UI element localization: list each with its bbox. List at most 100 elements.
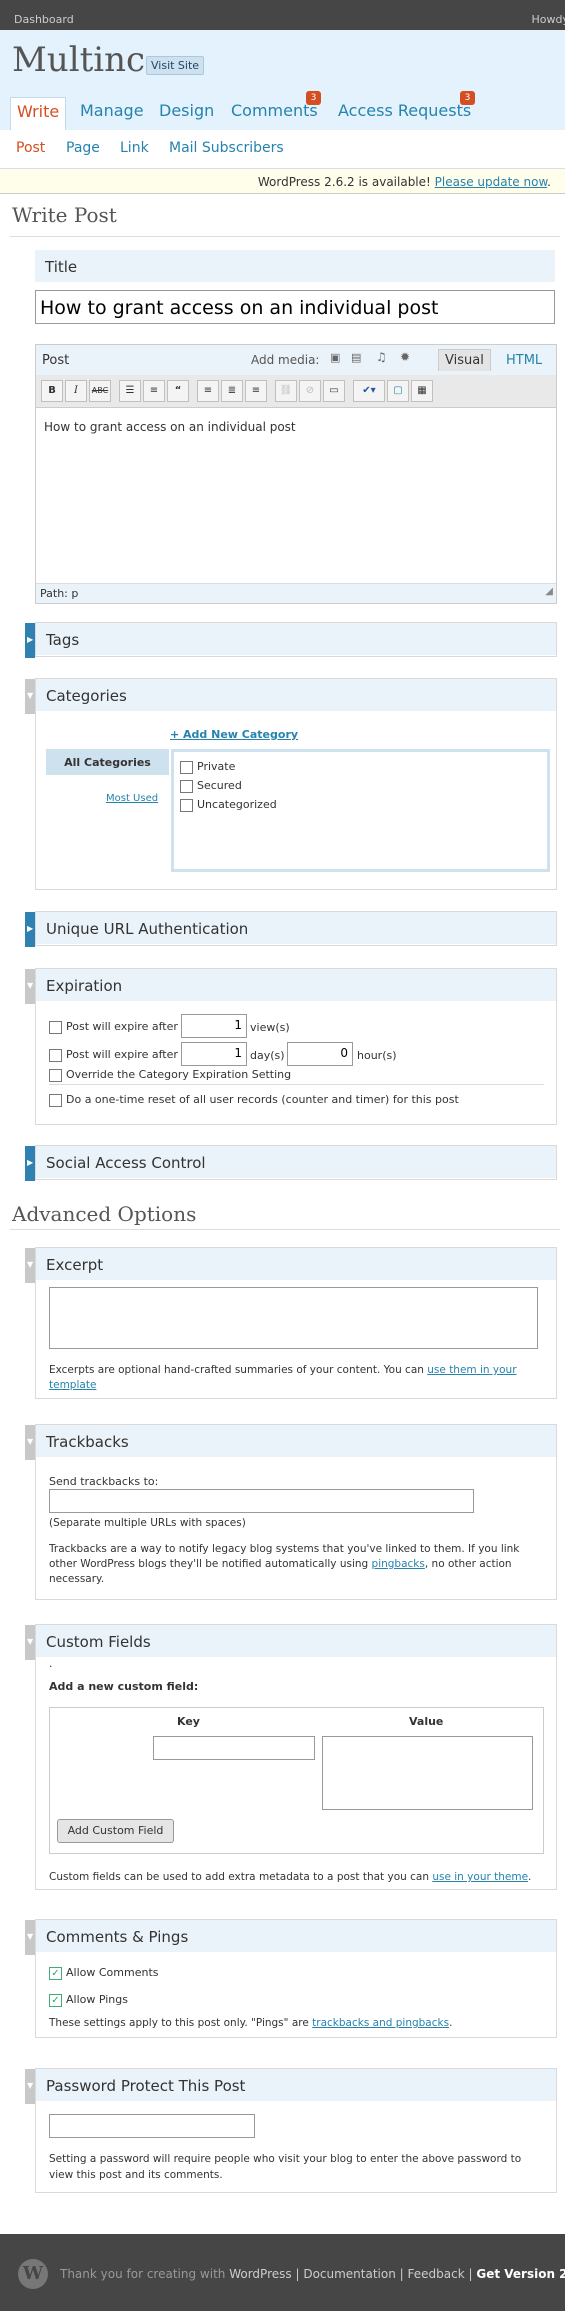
expiration-toggle[interactable]: ▼ (25, 969, 35, 1004)
dashboard-link[interactable]: Dashboard (14, 13, 74, 26)
categories-toggle[interactable]: ▼ (25, 679, 35, 714)
visual-tab[interactable]: Visual (438, 349, 491, 371)
expire-days-checkbox[interactable] (49, 1048, 62, 1062)
custom-fields-label: Custom Fields (46, 1633, 151, 1651)
custom-fields-toggle[interactable]: ▼ (25, 1625, 35, 1660)
wordpress-logo-icon[interactable]: W (18, 2259, 48, 2289)
use-in-theme-link[interactable]: use in your theme (432, 1871, 528, 1883)
unique-url-toggle[interactable]: ▶ (25, 912, 35, 947)
footer-wordpress-link[interactable]: WordPress (229, 2267, 291, 2281)
expire-views-checkbox[interactable] (49, 1020, 62, 1034)
category-item[interactable]: Uncategorized (180, 798, 277, 812)
numbered-list-button[interactable]: ≡ (143, 380, 165, 402)
excerpt-textarea[interactable] (49, 1287, 538, 1349)
footer-documentation-link[interactable]: Documentation (303, 2267, 396, 2281)
add-new-category-link[interactable]: + Add New Category (170, 728, 298, 741)
spellcheck-button[interactable]: ✔▾ (353, 380, 385, 402)
align-right-button[interactable]: ≡ (245, 380, 267, 402)
fullscreen-button[interactable]: ▢ (387, 380, 409, 402)
subtab-mail-subscribers[interactable]: Mail Subscribers (169, 140, 284, 156)
blockquote-button[interactable]: “ (167, 380, 189, 402)
password-toggle[interactable]: ▼ (25, 2069, 35, 2104)
subtab-page[interactable]: Page (66, 140, 100, 156)
html-tab[interactable]: HTML (506, 353, 542, 368)
category-item[interactable]: Secured (180, 779, 242, 793)
add-video-icon[interactable]: ▤ (351, 351, 361, 364)
tags-toggle[interactable]: ▶ (25, 623, 35, 658)
comments-pings-help-text: These settings apply to this post only. … (49, 2017, 313, 2029)
add-audio-icon[interactable]: ♫ (376, 350, 387, 364)
social-access-toggle[interactable]: ▶ (25, 1146, 35, 1181)
collapse-arrow-icon: ▼ (27, 1437, 34, 1446)
expire-views-input[interactable]: 1 (181, 1014, 247, 1038)
post-content-area[interactable]: How to grant access on an individual pos… (36, 408, 556, 583)
expire-days-value: 1 (234, 1046, 242, 1060)
comments-pings-toggle[interactable]: ▼ (25, 1920, 35, 1955)
reset-checkbox[interactable] (49, 1093, 62, 1107)
bold-button[interactable]: B (41, 380, 63, 402)
post-title-input[interactable]: How to grant access on an individual pos… (35, 290, 555, 324)
unique-url-box[interactable]: ▶ Unique URL Authentication (25, 911, 557, 947)
strikethrough-button[interactable]: ABC (89, 380, 111, 402)
comments-pings-help-end: . (449, 2017, 453, 2029)
trackbacks-label: Trackbacks (46, 1433, 129, 1451)
tab-design[interactable]: Design (153, 97, 220, 128)
category-item[interactable]: Private (180, 760, 235, 774)
most-used-tab[interactable]: Most Used (106, 793, 158, 804)
social-access-box[interactable]: ▶ Social Access Control (25, 1145, 557, 1181)
add-custom-field-button[interactable]: Add Custom Field (57, 1819, 174, 1843)
expand-arrow-icon: ▶ (27, 924, 34, 933)
all-categories-tab[interactable]: All Categories (46, 749, 169, 775)
add-image-icon[interactable]: ▣ (330, 351, 340, 364)
custom-field-key-input[interactable] (153, 1736, 315, 1760)
trackbacks-separator-hint: (Separate multiple URLs with spaces) (49, 1517, 246, 1529)
footer-get-version-link[interactable]: Get Version 2.6 (476, 2267, 565, 2281)
update-now-link[interactable]: Please update now (435, 175, 548, 189)
trackbacks-toggle[interactable]: ▼ (25, 1425, 35, 1460)
kitchen-sink-button[interactable]: ▦ (411, 380, 433, 402)
category-checkbox[interactable] (180, 798, 193, 812)
pingbacks-link[interactable]: pingbacks (372, 1558, 425, 1570)
category-item-label: Secured (197, 779, 242, 792)
visit-site-button[interactable]: Visit Site (146, 56, 205, 75)
bulleted-list-button[interactable]: ☰ (119, 380, 141, 402)
title-box-header: Title (35, 250, 555, 282)
post-title-value: How to grant access on an individual pos… (40, 297, 439, 319)
trackbacks-pingbacks-link[interactable]: trackbacks and pingbacks (312, 2017, 449, 2029)
footer-feedback-link[interactable]: Feedback (408, 2267, 465, 2281)
subtab-link[interactable]: Link (120, 140, 149, 156)
custom-field-value-textarea[interactable] (322, 1736, 533, 1810)
editor-toolbar: B I ABC ☰ ≡ “≡ ≣ ≡ ⛓ ⊘ ▭ ✔▾ ▢ ▦ (36, 375, 556, 408)
custom-fields-help: Custom fields can be used to add extra m… (49, 1871, 531, 1883)
category-checkbox[interactable] (180, 760, 193, 774)
expire-days-input[interactable]: 1 (181, 1042, 247, 1066)
expire-hours-input[interactable]: 0 (287, 1042, 353, 1066)
expire-views-text: Post will expire after (66, 1020, 178, 1033)
expiration-divider (49, 1084, 544, 1085)
tags-box[interactable]: ▶ Tags (25, 622, 557, 658)
expire-views-value: 1 (234, 1018, 242, 1032)
expire-views-row: Post will expire after (49, 1020, 178, 1034)
subtab-post[interactable]: Post (16, 140, 45, 156)
excerpt-toggle[interactable]: ▼ (25, 1248, 35, 1283)
trackback-url-input[interactable] (49, 1489, 474, 1513)
insert-more-button[interactable]: ▭ (323, 380, 345, 402)
category-item-label: Private (197, 760, 236, 773)
insert-link-button[interactable]: ⛓ (275, 380, 297, 402)
post-password-input[interactable] (49, 2114, 255, 2138)
add-media-icon[interactable]: ✹ (400, 350, 410, 364)
italic-button[interactable]: I (65, 380, 87, 402)
category-checkbox[interactable] (180, 779, 193, 793)
override-checkbox[interactable] (49, 1068, 62, 1082)
align-left-button[interactable]: ≡ (197, 380, 219, 402)
allow-comments-label: Allow Comments (66, 1966, 159, 1979)
resize-handle-icon[interactable]: ◢ (545, 586, 553, 597)
tab-write[interactable]: Write (10, 97, 67, 132)
tab-access-requests[interactable]: Access Requests (332, 97, 477, 128)
align-center-button[interactable]: ≣ (221, 380, 243, 402)
unlink-button[interactable]: ⊘ (299, 380, 321, 402)
tab-manage[interactable]: Manage (74, 97, 150, 128)
allow-pings-checkbox[interactable]: ✓ (49, 1993, 62, 2007)
allow-comments-checkbox[interactable]: ✓ (49, 1966, 62, 1980)
page-title: Write Post (12, 203, 117, 227)
